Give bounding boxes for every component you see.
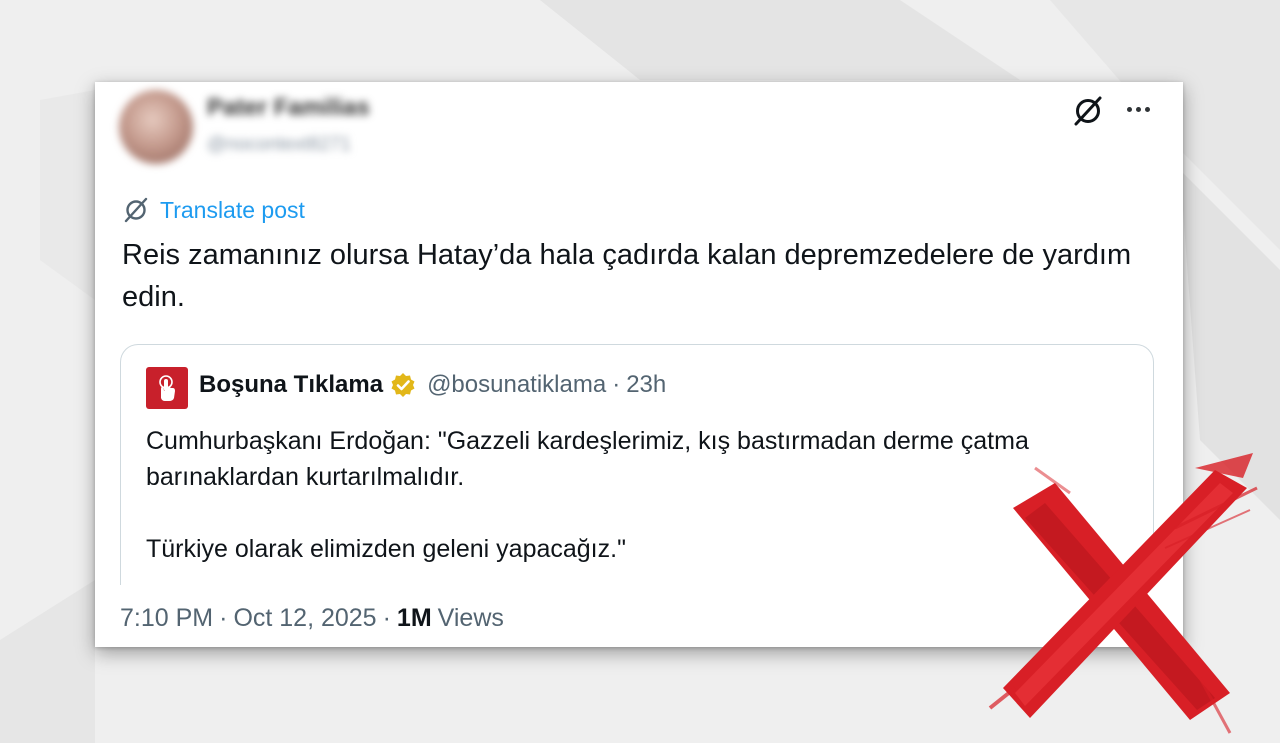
quote-separator: · bbox=[612, 371, 621, 398]
views-count: 1M bbox=[396, 604, 432, 632]
meta-separator: · bbox=[382, 604, 391, 632]
tweet-text: Reis zamanınız olursa Hatay’da hala çadı… bbox=[122, 239, 1132, 313]
dot-icon bbox=[1144, 106, 1150, 112]
avatar[interactable] bbox=[119, 90, 193, 164]
translate-icon[interactable] bbox=[1071, 94, 1105, 128]
stage: Pater Familias @nocontext8271 Translate … bbox=[0, 0, 1280, 743]
red-cross-mark bbox=[988, 453, 1258, 734]
views-label: Views bbox=[437, 604, 504, 632]
dot-icon bbox=[1126, 106, 1132, 112]
author-name[interactable]: Pater Familias bbox=[207, 94, 370, 122]
tweet-meta: 7:10 PM · Oct 12, 2025 · 1M Views bbox=[120, 604, 504, 633]
translate-post-link[interactable]: Translate post bbox=[122, 195, 305, 225]
verified-badge-icon bbox=[391, 373, 415, 397]
quote-avatar bbox=[146, 367, 188, 409]
quote-author-name[interactable]: Boşuna Tıklama bbox=[199, 371, 383, 399]
dot-icon bbox=[1135, 106, 1141, 112]
quote-timestamp[interactable]: 23h bbox=[626, 371, 666, 399]
quote-header: Boşuna Tıklama @bosunatiklama · 23h bbox=[199, 371, 666, 399]
translate-icon bbox=[124, 197, 148, 223]
meta-separator: · bbox=[219, 604, 228, 632]
tweet-time[interactable]: 7:10 PM bbox=[120, 604, 213, 633]
more-options-icon[interactable] bbox=[1119, 94, 1157, 124]
tweet-date[interactable]: Oct 12, 2025 bbox=[233, 604, 376, 633]
translate-post-label: Translate post bbox=[160, 196, 305, 223]
quote-author-handle[interactable]: @bosunatiklama bbox=[427, 371, 606, 399]
tap-hand-icon bbox=[159, 375, 175, 401]
author-handle[interactable]: @nocontext8271 bbox=[207, 134, 351, 156]
